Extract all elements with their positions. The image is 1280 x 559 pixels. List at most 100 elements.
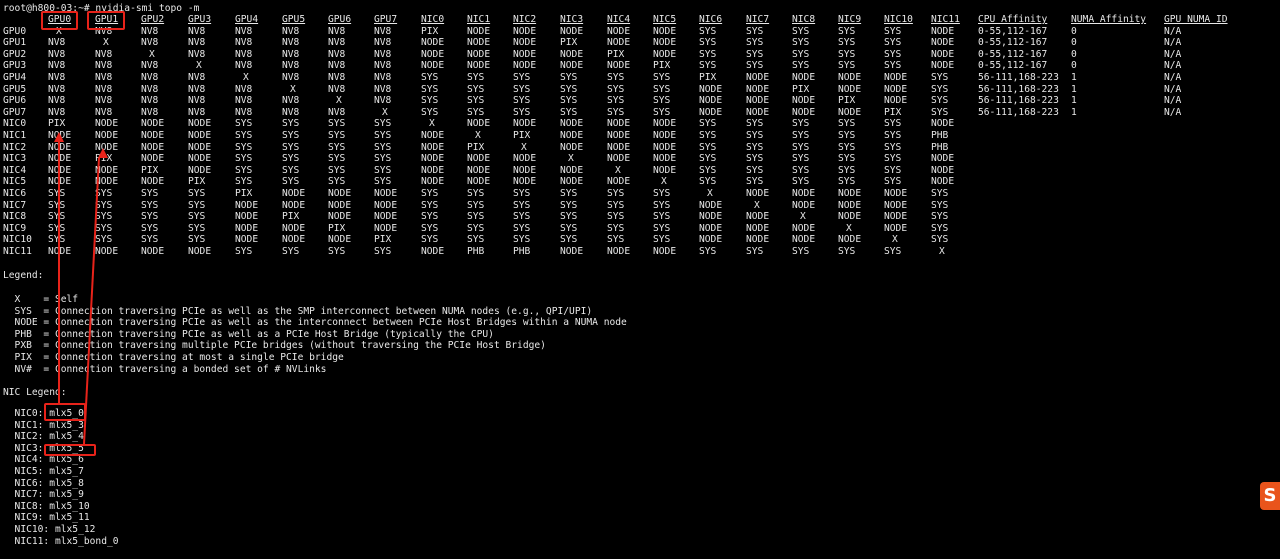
matrix-cell: SYS <box>746 130 764 141</box>
matrix-cell: SYS <box>746 25 764 37</box>
matrix-cell: SYS <box>746 48 764 60</box>
nic-legend-item: NIC1: mlx5_3 <box>3 419 84 431</box>
matrix-cell: NV8 <box>328 106 346 118</box>
nic-legend-item: NIC10: mlx5_12 <box>3 524 96 535</box>
matrix-cell: SYS <box>699 48 717 60</box>
matrix-cell: NODE <box>884 83 908 95</box>
matrix-cell: SYS <box>48 222 66 234</box>
matrix-cell: SYS <box>699 176 717 188</box>
legend-item: PHB = Connection traversing PCIe as well… <box>3 328 494 340</box>
annotation-arrow-line-nic3 <box>82 157 100 446</box>
matrix-cell: SYS <box>467 83 485 95</box>
legend-item: NV# = Connection traversing a bonded set… <box>3 363 327 375</box>
matrix-cell: SYS <box>421 199 439 211</box>
matrix-cell: PIX <box>188 176 206 188</box>
matrix-cell: SYS <box>141 188 159 199</box>
matrix-cell: SYS <box>95 222 113 234</box>
matrix-cell: NV8 <box>374 72 392 83</box>
matrix-cell: NV8 <box>48 106 66 118</box>
matrix-cell: SYS <box>282 153 300 165</box>
matrix-cell: SYS <box>467 234 485 246</box>
matrix-cell: SYS <box>282 130 300 141</box>
matrix-cell: SYS <box>838 37 856 49</box>
row-label: NIC4 <box>3 164 27 176</box>
matrix-cell: SYS <box>838 164 856 176</box>
matrix-cell: NODE <box>188 141 212 153</box>
matrix-cell: 56-111,168-223 <box>978 95 1059 107</box>
matrix-cell: N/A <box>1164 60 1182 72</box>
column-header: NIC9 <box>838 14 862 25</box>
matrix-cell: X <box>243 72 249 83</box>
column-header: GPU4 <box>235 14 259 25</box>
matrix-cell: SYS <box>513 222 531 234</box>
matrix-cell: NV8 <box>374 60 392 72</box>
matrix-cell: SYS <box>513 234 531 246</box>
matrix-cell: PIX <box>141 164 159 176</box>
matrix-cell: SYS <box>746 118 764 130</box>
matrix-cell: PIX <box>328 222 346 234</box>
matrix-cell: SYS <box>931 83 949 95</box>
matrix-cell: NODE <box>560 246 584 257</box>
matrix-cell: NODE <box>931 153 955 165</box>
matrix-cell: SYS <box>699 246 717 257</box>
matrix-cell: NODE <box>95 246 119 257</box>
matrix-cell: SYS <box>884 25 902 37</box>
matrix-cell: SYS <box>421 106 439 118</box>
brand-logo: S <box>1260 482 1280 510</box>
matrix-cell: 0 <box>1071 25 1077 37</box>
matrix-cell: 56-111,168-223 <box>978 106 1059 118</box>
matrix-cell: NODE <box>560 60 584 72</box>
matrix-cell: SYS <box>931 95 949 107</box>
matrix-cell: NV8 <box>188 83 206 95</box>
matrix-cell: NODE <box>884 211 908 223</box>
matrix-cell: NODE <box>374 211 398 223</box>
matrix-cell: SYS <box>884 37 902 49</box>
row-label: GPU2 <box>3 48 27 60</box>
matrix-cell: NODE <box>653 153 677 165</box>
matrix-cell: PIX <box>374 234 392 246</box>
matrix-cell: NODE <box>607 37 631 49</box>
matrix-cell: NODE <box>188 130 212 141</box>
matrix-cell: NODE <box>746 83 770 95</box>
matrix-cell: NV8 <box>374 83 392 95</box>
matrix-cell: NODE <box>188 153 212 165</box>
matrix-cell: SYS <box>421 211 439 223</box>
matrix-cell: SYS <box>48 211 66 223</box>
matrix-cell: SYS <box>235 164 253 176</box>
terminal-window: root@h800-03:~# nvidia-smi topo -m GPU0 G… <box>0 0 1280 559</box>
matrix-cell: SYS <box>421 222 439 234</box>
column-header: NIC8 <box>792 14 816 25</box>
matrix-cell: PIX <box>282 211 300 223</box>
matrix-cell: N/A <box>1164 95 1182 107</box>
matrix-cell: PIX <box>467 141 485 153</box>
matrix-cell: NODE <box>653 37 677 49</box>
matrix-cell: SYS <box>607 199 625 211</box>
matrix-cell: NODE <box>838 106 862 118</box>
matrix-cell: NODE <box>746 95 770 107</box>
matrix-cell: NODE <box>467 48 491 60</box>
matrix-cell: SYS <box>746 60 764 72</box>
row-label: NIC7 <box>3 199 27 211</box>
matrix-cell: SYS <box>838 60 856 72</box>
matrix-cell: NV8 <box>235 60 253 72</box>
matrix-cell: NODE <box>607 25 631 37</box>
matrix-cell: NV8 <box>328 60 346 72</box>
row-label: GPU5 <box>3 83 27 95</box>
matrix-cell: NODE <box>838 211 862 223</box>
matrix-cell: 1 <box>1071 106 1077 118</box>
matrix-cell: SYS <box>560 222 578 234</box>
matrix-cell: SYS <box>374 153 392 165</box>
matrix-cell: PIX <box>513 130 531 141</box>
annotation-arrow-head-nic0 <box>54 132 64 142</box>
matrix-cell: NV8 <box>48 48 66 60</box>
column-header: NIC2 <box>513 14 537 25</box>
matrix-cell: SYS <box>560 199 578 211</box>
matrix-cell: SYS <box>467 95 485 107</box>
matrix-cell: SYS <box>141 222 159 234</box>
column-header: NIC4 <box>607 14 631 25</box>
matrix-cell: NV8 <box>188 106 206 118</box>
matrix-cell: SYS <box>792 141 810 153</box>
matrix-cell: NV8 <box>282 25 300 37</box>
legend-item: PIX = Connection traversing at most a si… <box>3 352 344 363</box>
matrix-cell: 1 <box>1071 72 1077 83</box>
